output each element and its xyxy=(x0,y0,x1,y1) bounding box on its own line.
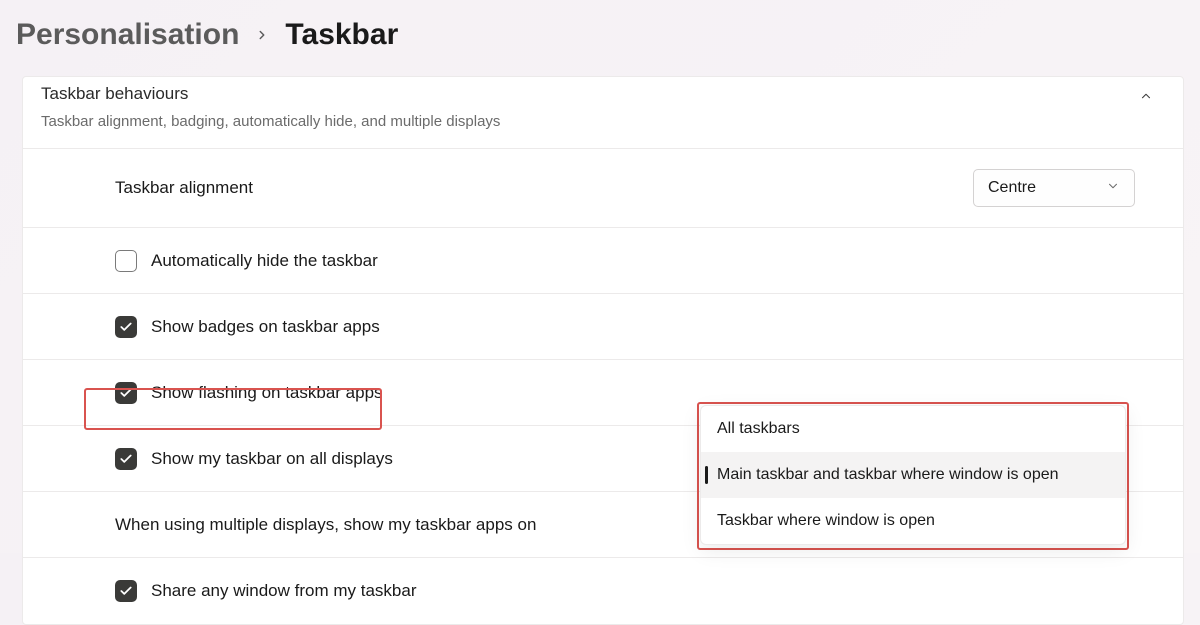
all-displays-label: Show my taskbar on all displays xyxy=(151,449,393,469)
badges-checkbox[interactable] xyxy=(115,316,137,338)
breadcrumb-parent[interactable]: Personalisation xyxy=(16,18,239,52)
badges-label: Show badges on taskbar apps xyxy=(151,317,380,337)
row-auto-hide[interactable]: Automatically hide the taskbar xyxy=(23,228,1183,294)
section-title: Taskbar behaviours xyxy=(41,84,500,104)
flashing-checkbox[interactable] xyxy=(115,382,137,404)
flashing-label: Show flashing on taskbar apps xyxy=(151,383,383,403)
section-header-text: Taskbar behaviours Taskbar alignment, ba… xyxy=(41,87,500,130)
multi-displays-label: When using multiple displays, show my ta… xyxy=(115,515,536,535)
chevron-down-icon xyxy=(1106,179,1120,198)
alignment-dropdown[interactable]: Centre xyxy=(973,169,1135,207)
multi-displays-dropdown-menu: All taskbars Main taskbar and taskbar wh… xyxy=(700,405,1126,545)
section-subtitle: Taskbar alignment, badging, automaticall… xyxy=(41,113,500,130)
chevron-up-icon[interactable] xyxy=(1139,89,1153,108)
breadcrumb-current: Taskbar xyxy=(285,18,398,52)
all-displays-checkbox[interactable] xyxy=(115,448,137,470)
share-window-checkbox[interactable] xyxy=(115,580,137,602)
dropdown-item-all-taskbars[interactable]: All taskbars xyxy=(701,406,1125,452)
section-header[interactable]: Taskbar behaviours Taskbar alignment, ba… xyxy=(23,77,1183,149)
alignment-selected: Centre xyxy=(988,179,1036,197)
dropdown-item-window-only[interactable]: Taskbar where window is open xyxy=(701,498,1125,544)
row-share-window[interactable]: Share any window from my taskbar xyxy=(23,558,1183,624)
row-badges[interactable]: Show badges on taskbar apps xyxy=(23,294,1183,360)
breadcrumb: Personalisation Taskbar xyxy=(0,0,1200,76)
auto-hide-label: Automatically hide the taskbar xyxy=(151,251,378,271)
auto-hide-checkbox[interactable] xyxy=(115,250,137,272)
share-window-label: Share any window from my taskbar xyxy=(151,581,417,601)
dropdown-item-main-and-window[interactable]: Main taskbar and taskbar where window is… xyxy=(701,452,1125,498)
chevron-right-icon xyxy=(255,22,269,48)
alignment-label: Taskbar alignment xyxy=(115,178,253,198)
row-taskbar-alignment: Taskbar alignment Centre xyxy=(23,149,1183,228)
